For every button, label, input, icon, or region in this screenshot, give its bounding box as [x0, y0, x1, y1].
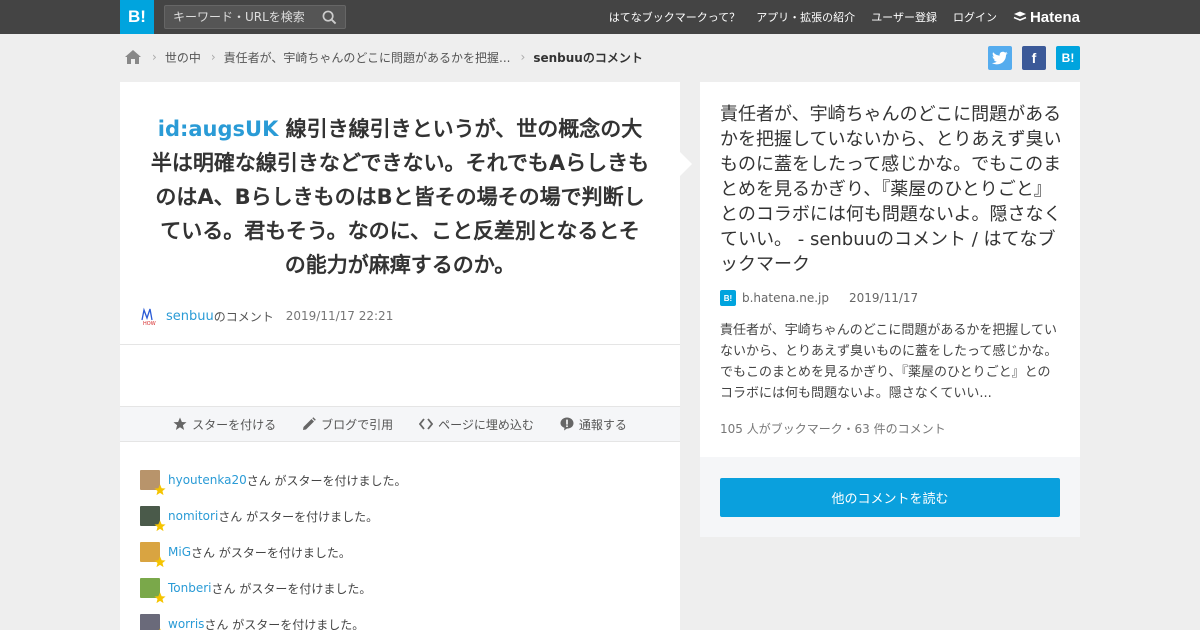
comment-byline: HOW senbuu のコメント 2019/11/17 22:21 [140, 306, 393, 326]
star-user-link[interactable]: MiG [168, 545, 191, 559]
hatena-brand-text: Hatena [1029, 8, 1080, 26]
avatar[interactable] [140, 470, 166, 496]
embed-button[interactable]: ページに埋め込む [419, 416, 534, 433]
avatar[interactable] [140, 614, 161, 630]
star-list: hyoutenka20 さん がスターを付けました。 nomitori さん が… [140, 462, 660, 630]
chevron-right-icon: › [152, 50, 157, 64]
breadcrumb-current: senbuuのコメント [533, 50, 643, 65]
comment-body: 線引き線引きというが、世の概念の大半は明確な線引きなどできない。それでもAらしき… [150, 117, 650, 277]
twitter-share-button[interactable] [988, 46, 1012, 70]
twitter-bird-icon [992, 51, 1008, 65]
star-row: worris さん がスターを付けました。 [140, 606, 660, 630]
star-icon [154, 520, 166, 532]
embed-label: ページに埋め込む [438, 417, 534, 432]
comment-datetime[interactable]: 2019/11/17 22:21 [286, 309, 394, 323]
author-link[interactable]: senbuu [166, 309, 214, 324]
add-star-button[interactable]: スターを付ける [173, 416, 276, 433]
star-row: MiG さん がスターを付けました。 [140, 534, 660, 570]
pencil-icon [303, 417, 316, 430]
star-row: Tonberi さん がスターを付けました。 [140, 570, 660, 606]
star-icon [154, 556, 166, 568]
star-icon [173, 417, 187, 430]
comment-actions: スターを付ける ブログで引用 ページに埋め込む 通報する [120, 406, 680, 442]
chevron-right-icon: › [210, 50, 216, 64]
star-row: nomitori さん がスターを付けました。 [140, 498, 660, 534]
entry-meta: B! b.hatena.ne.jp 2019/11/17 [720, 290, 918, 306]
star-suffix: さん がスターを付けました。 [191, 545, 351, 560]
header-nav: はてなブックマークって？ アプリ・拡張の紹介 ユーザー登録 ログイン Haten… [609, 0, 1080, 34]
star-user-link[interactable]: worris [168, 617, 204, 630]
entry-title[interactable]: 責任者が、宇崎ちゃんのどこに問題があるかを把握していないから、とりあえず臭いもの… [720, 102, 1065, 277]
hatena-logo-icon [1013, 11, 1027, 21]
code-icon [419, 418, 434, 430]
star-user-link[interactable]: Tonberi [168, 581, 212, 595]
svg-text:HOW: HOW [143, 321, 156, 326]
top-bar: B! はてなブックマークって？ アプリ・拡張の紹介 ユーザー登録 ログイン Ha… [0, 0, 1200, 34]
star-suffix: さん がスターを付けました。 [211, 581, 372, 596]
entry-description: 責任者が、宇崎ちゃんのどこに問題があるかを把握していないから、とりあえず臭いもの… [720, 323, 1058, 401]
star-icon [154, 592, 166, 604]
search-icon[interactable] [322, 10, 337, 25]
blog-quote-label: ブログで引用 [321, 417, 394, 432]
report-button[interactable]: 通報する [560, 416, 627, 433]
search-box[interactable] [164, 5, 346, 29]
breadcrumb-category[interactable]: 世の中 [165, 49, 201, 66]
blog-quote-button[interactable]: ブログで引用 [302, 416, 393, 433]
nav-about[interactable]: はてなブックマークって？ [609, 9, 740, 25]
nav-register[interactable]: ユーザー登録 [871, 9, 937, 25]
star-row: hyoutenka20 さん がスターを付けました。 [140, 462, 660, 498]
entry-domain[interactable]: b.hatena.ne.jp [742, 291, 829, 305]
site-favicon: B! [720, 290, 736, 306]
breadcrumb-entry[interactable]: 責任者が、宇崎ちゃんのどこに問題があるかを把握... [224, 49, 511, 66]
entry-date: 2019/11/17 [849, 291, 919, 305]
entry-stats[interactable]: 105 人がブックマーク・63 件のコメント [720, 420, 946, 437]
nav-login[interactable]: ログイン [953, 9, 997, 25]
report-label: 通報する [578, 417, 627, 432]
avatar[interactable] [140, 506, 166, 532]
star-user-link[interactable]: hyoutenka20 [168, 473, 247, 487]
hatena-bookmark-logo[interactable]: B! [120, 0, 154, 34]
read-more-comments-button[interactable]: 他のコメントを読む [720, 478, 1060, 517]
avatar[interactable]: HOW [140, 306, 160, 326]
entry-footer: 他のコメントを読む [700, 457, 1080, 537]
home-icon[interactable] [124, 48, 142, 66]
nav-apps[interactable]: アプリ・拡張の紹介 [756, 9, 855, 25]
star-suffix: さん がスターを付けました。 [218, 509, 379, 524]
search-input[interactable] [173, 9, 313, 25]
card-pointer [680, 152, 692, 176]
entry-card: 責任者が、宇崎ちゃんのどこに問題があるかを把握していないから、とりあえず臭いもの… [700, 82, 1080, 457]
avatar[interactable] [140, 542, 166, 568]
mentioned-user-link[interactable]: id:augsUK [158, 117, 279, 141]
comment-card: id:augsUK 線引き線引きというが、世の概念の大半は明確な線引きなどできな… [120, 82, 680, 630]
alert-icon [560, 417, 574, 431]
star-user-link[interactable]: nomitori [168, 509, 218, 523]
chevron-right-icon: › [520, 50, 526, 64]
star-suffix: さん がスターを付けました。 [204, 617, 365, 630]
facebook-share-button[interactable]: f [1022, 46, 1046, 70]
star-icon [154, 484, 166, 496]
hatena-share-button[interactable]: B! [1056, 46, 1080, 70]
comment-text: id:augsUK 線引き線引きというが、世の概念の大半は明確な線引きなどできな… [150, 112, 650, 282]
add-star-label: スターを付ける [192, 417, 277, 432]
breadcrumb: › 世の中 › 責任者が、宇崎ちゃんのどこに問題があるかを把握... › sen… [124, 47, 643, 67]
star-suffix: さん がスターを付けました。 [246, 473, 407, 488]
divider [120, 344, 680, 345]
avatar[interactable] [140, 578, 166, 604]
share-buttons: f B! [988, 46, 1080, 70]
hatena-brand-link[interactable]: Hatena [1013, 9, 1080, 26]
author-suffix: のコメント [213, 309, 274, 324]
